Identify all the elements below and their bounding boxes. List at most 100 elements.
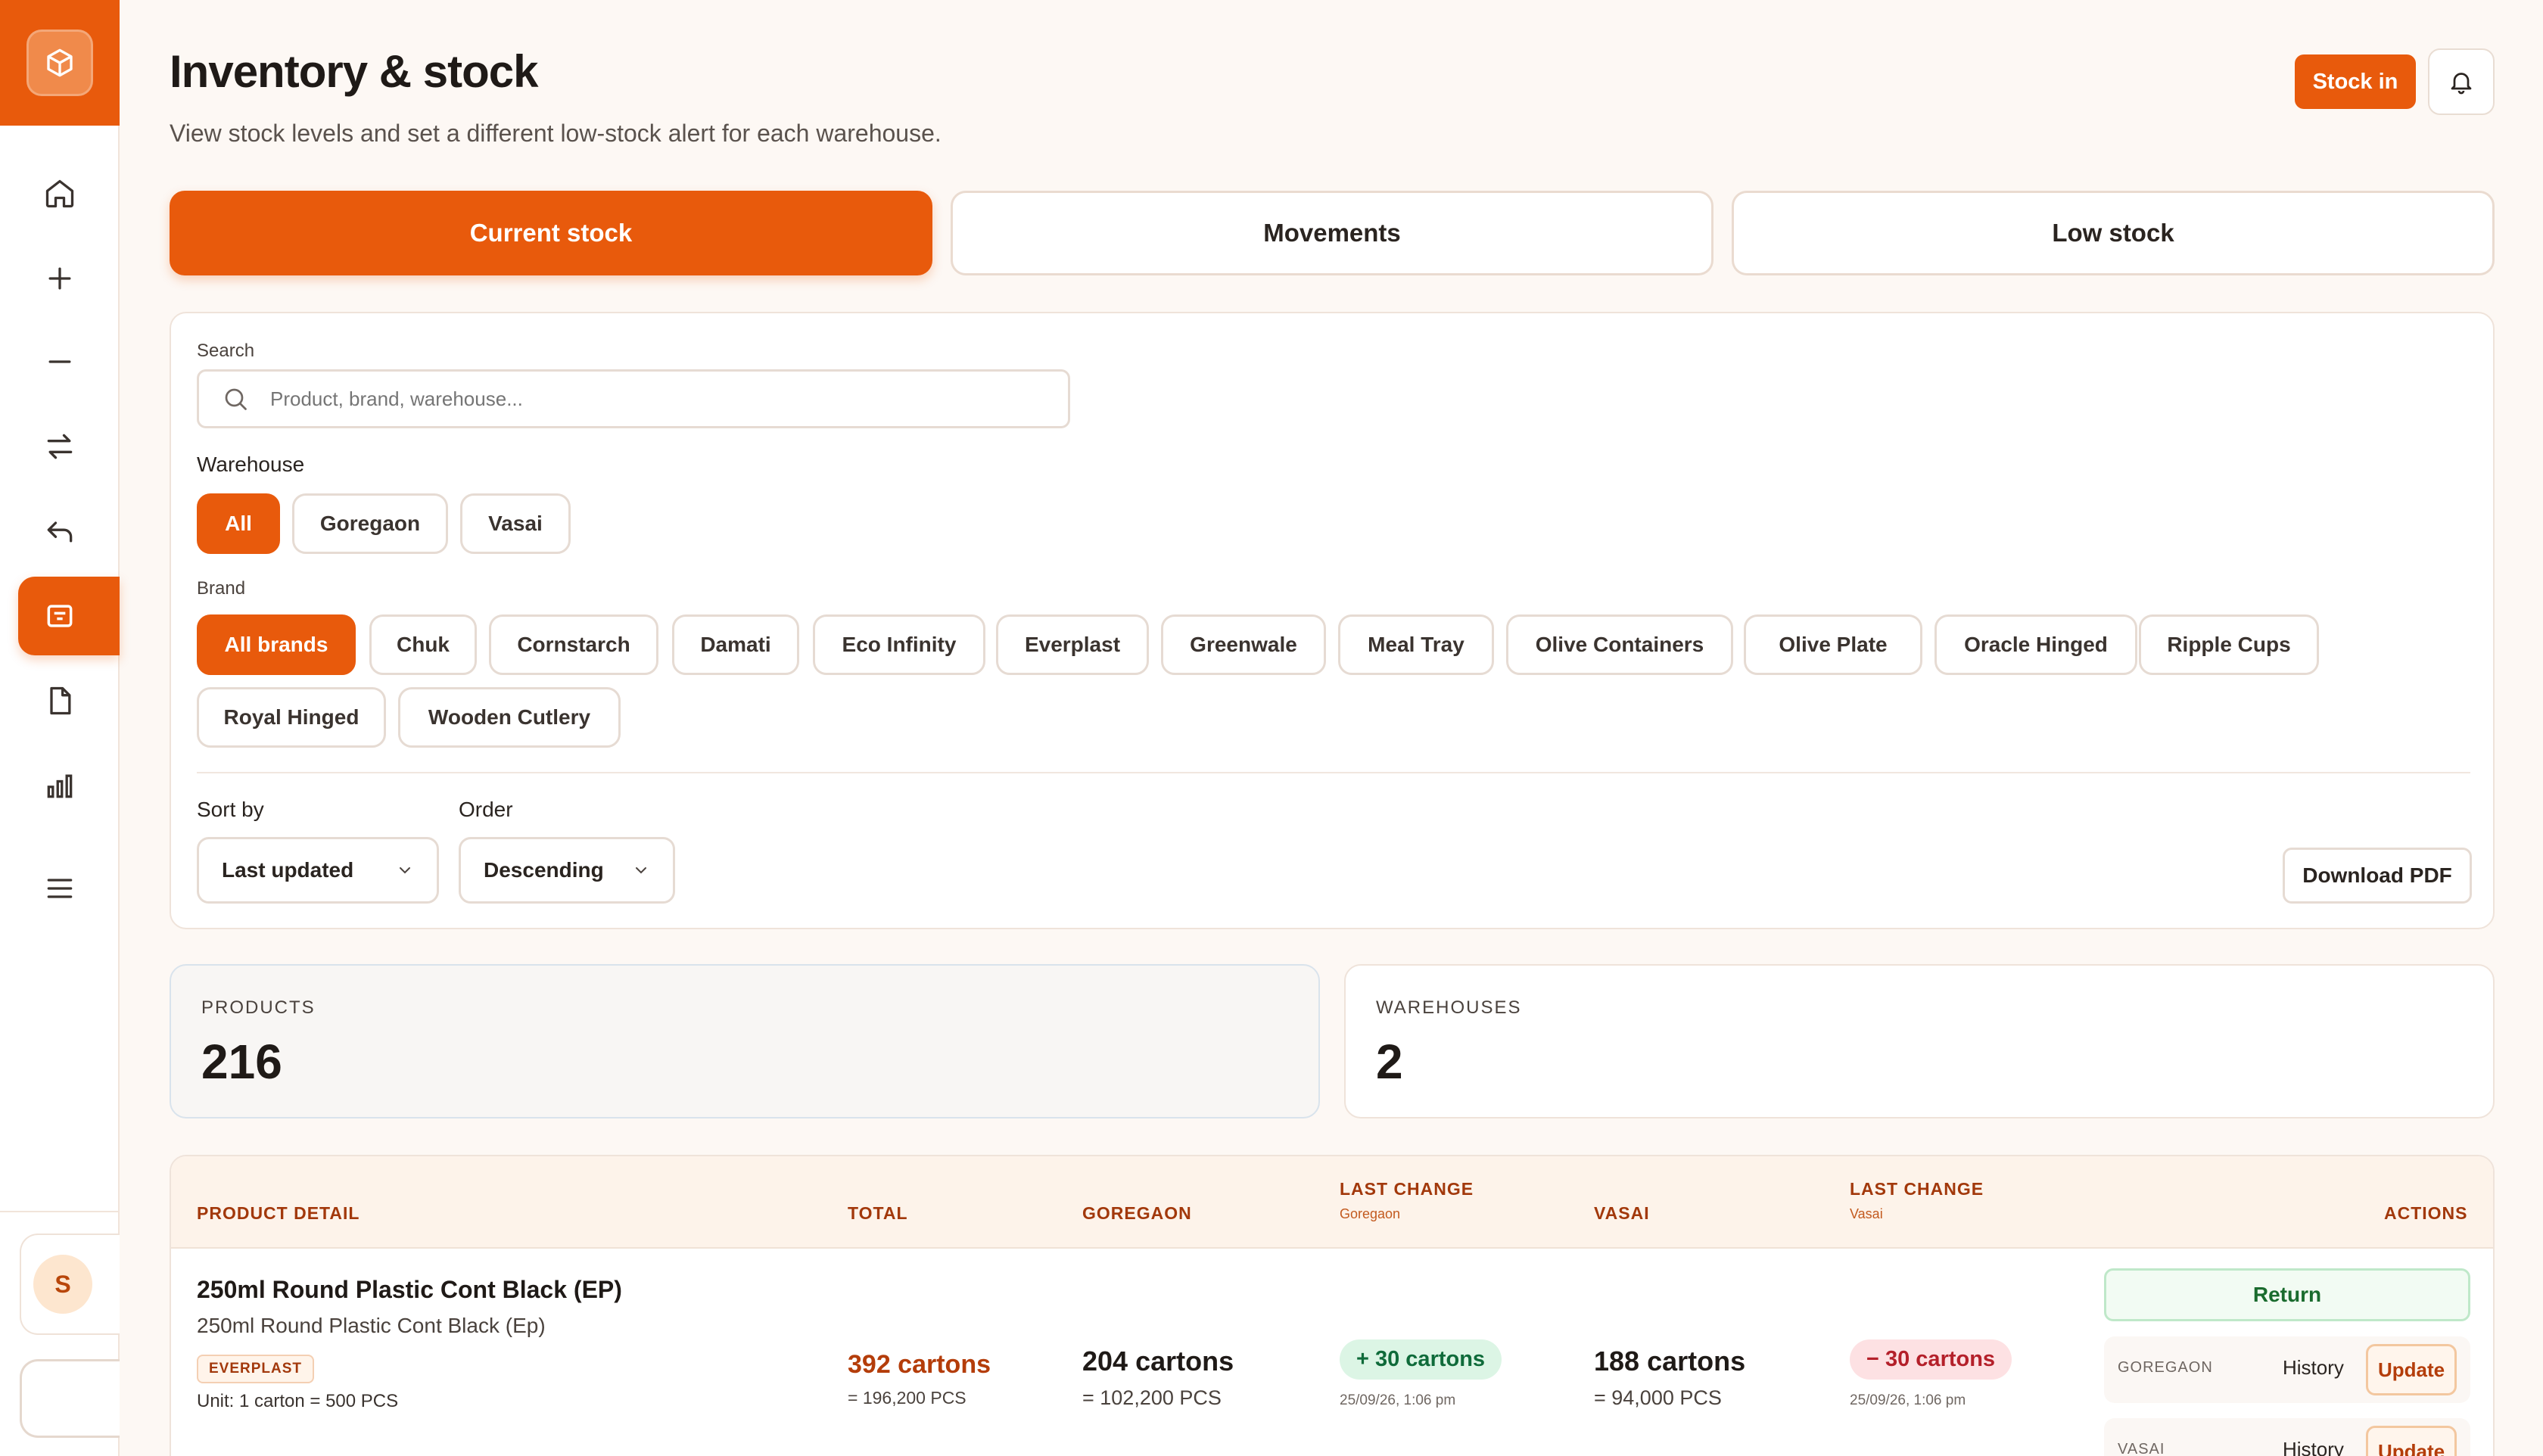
inventory-icon — [47, 605, 73, 627]
sidebar-brand — [0, 0, 120, 126]
warehouse-chip-goregaon[interactable]: Goregaon — [292, 493, 448, 554]
product-subname: 250ml Round Plastic Cont Black (Ep) — [197, 1314, 546, 1337]
update-button[interactable]: Update — [2366, 1426, 2457, 1456]
sort-by-select[interactable]: Last updated — [197, 837, 439, 904]
page-title: Inventory & stock — [170, 46, 538, 97]
sidebar-item-remove[interactable] — [18, 322, 120, 401]
search-input[interactable] — [270, 387, 951, 411]
sidebar: S — [0, 0, 120, 1456]
brand-chip-royal-hinged[interactable]: Royal Hinged — [197, 687, 386, 748]
sidebar-item-reports[interactable] — [18, 746, 120, 825]
brand-chip-ripple-cups[interactable]: Ripple Cups — [2139, 614, 2319, 675]
warehouse-name: VASAI — [2118, 1441, 2165, 1456]
column-product: PRODUCT DETAIL — [197, 1203, 360, 1223]
stat-card-warehouses: WAREHOUSES 2 — [1344, 964, 2495, 1118]
warehouse-action-goregaon: GOREGAON History Update — [2104, 1336, 2470, 1403]
box-icon — [47, 48, 73, 77]
brand-chip-meal-tray[interactable]: Meal Tray — [1338, 614, 1494, 675]
stat-value: 216 — [201, 1034, 282, 1089]
sidebar-footer-button[interactable] — [20, 1359, 120, 1438]
warehouse-chip-vasai[interactable]: Vasai — [460, 493, 571, 554]
warehouse-label: Warehouse — [197, 453, 305, 476]
brand-chip-olive-plate[interactable]: Olive Plate — [1744, 614, 1922, 675]
warehouse-chip-all[interactable]: All — [197, 493, 280, 554]
sidebar-item-home[interactable] — [18, 154, 120, 233]
plus-icon — [48, 267, 71, 290]
vasai-quantity: 188 cartons — [1594, 1346, 1746, 1377]
app-logo[interactable] — [26, 30, 93, 96]
brand-chip-cornstarch[interactable]: Cornstarch — [489, 614, 658, 675]
stat-label: PRODUCTS — [201, 997, 316, 1018]
brand-chip-eco-infinity[interactable]: Eco Infinity — [813, 614, 985, 675]
goregaon-pcs: = 102,200 PCS — [1082, 1386, 1222, 1409]
download-pdf-button[interactable]: Download PDF — [2283, 848, 2472, 904]
stat-card-products: PRODUCTS 216 — [170, 964, 1320, 1118]
brand-tag: EVERPLAST — [197, 1355, 315, 1383]
update-button[interactable]: Update — [2366, 1344, 2457, 1395]
brand-label: Brand — [197, 578, 246, 599]
sort-by-value: Last updated — [222, 858, 354, 882]
goregaon-change-badge: + 30 cartons — [1340, 1339, 1502, 1380]
column-last-change-goregaon: LAST CHANGE — [1340, 1179, 1474, 1199]
order-label: Order — [459, 798, 513, 821]
unit-info: Unit: 1 carton = 500 PCS — [197, 1391, 399, 1411]
sort-by-label: Sort by — [197, 798, 264, 821]
brand-chip-olive-containers[interactable]: Olive Containers — [1506, 614, 1733, 675]
tab-current-stock[interactable]: Current stock — [170, 191, 932, 275]
vasai-change-badge: − 30 cartons — [1850, 1339, 2012, 1380]
stock-table: PRODUCT DETAIL TOTAL GOREGAON LAST CHANG… — [170, 1155, 2495, 1456]
tab-low-stock[interactable]: Low stock — [1732, 191, 2495, 275]
column-last-change-vasai: LAST CHANGE — [1850, 1179, 1984, 1199]
brand-chip-everplast[interactable]: Everplast — [996, 614, 1149, 675]
stat-label: WAREHOUSES — [1376, 997, 1522, 1018]
page-subtitle: View stock levels and set a different lo… — [170, 120, 942, 147]
sidebar-item-documents[interactable] — [18, 661, 120, 740]
filter-panel: Search Warehouse All Goregaon Vasai Bran… — [170, 312, 2495, 929]
total-quantity: 392 cartons — [848, 1350, 991, 1379]
avatar: S — [33, 1255, 92, 1314]
swap-icon — [47, 434, 73, 459]
user-card[interactable]: S — [20, 1234, 120, 1335]
document-icon — [50, 686, 71, 715]
stock-in-button[interactable]: Stock in — [2295, 54, 2416, 109]
notifications-button[interactable] — [2428, 48, 2495, 115]
vasai-change-time: 25/09/26, 1:06 pm — [1850, 1392, 1966, 1408]
sidebar-item-transfer[interactable] — [18, 407, 120, 486]
tab-movements[interactable]: Movements — [951, 191, 1713, 275]
return-icon — [47, 521, 73, 543]
goregaon-quantity: 204 cartons — [1082, 1346, 1234, 1377]
history-link[interactable]: History — [2283, 1438, 2344, 1456]
chart-icon — [47, 774, 73, 798]
column-last-change-vasai-sub: Vasai — [1850, 1206, 1883, 1221]
sidebar-footer: S — [0, 1211, 120, 1456]
search-field[interactable] — [197, 369, 1070, 428]
goregaon-change-wrap: + 30 cartons — [1340, 1339, 1502, 1380]
brand-chip-damati[interactable]: Damati — [672, 614, 799, 675]
sidebar-item-returns[interactable] — [18, 492, 120, 571]
column-actions: ACTIONS — [2384, 1203, 2468, 1223]
brand-chip-wooden-cutlery[interactable]: Wooden Cutlery — [398, 687, 621, 748]
vasai-pcs: = 94,000 PCS — [1594, 1386, 1722, 1409]
brand-tag-wrap: EVERPLAST — [197, 1355, 315, 1383]
column-vasai: VASAI — [1594, 1203, 1650, 1223]
brand-chip-chuk[interactable]: Chuk — [369, 614, 477, 675]
home-icon — [45, 179, 74, 208]
sidebar-item-add[interactable] — [18, 239, 120, 318]
brand-chip-all[interactable]: All brands — [197, 614, 356, 675]
menu-icon — [47, 879, 73, 898]
return-button[interactable]: Return — [2104, 1268, 2470, 1321]
order-select[interactable]: Descending — [459, 837, 675, 904]
stat-value: 2 — [1376, 1034, 1403, 1089]
minus-icon — [48, 360, 71, 363]
sidebar-item-menu[interactable] — [18, 849, 120, 928]
column-total: TOTAL — [848, 1203, 908, 1223]
sidebar-item-inventory[interactable] — [18, 577, 120, 655]
brand-chip-oracle-hinged[interactable]: Oracle Hinged — [1934, 614, 2137, 675]
filter-divider — [197, 772, 2470, 773]
product-name: 250ml Round Plastic Cont Black (EP) — [197, 1276, 622, 1303]
column-last-change-goregaon-sub: Goregaon — [1340, 1206, 1401, 1221]
warehouse-name: GOREGAON — [2118, 1359, 2213, 1376]
history-link[interactable]: History — [2283, 1356, 2344, 1380]
brand-chip-greenwale[interactable]: Greenwale — [1161, 614, 1326, 675]
search-label: Search — [197, 341, 255, 361]
